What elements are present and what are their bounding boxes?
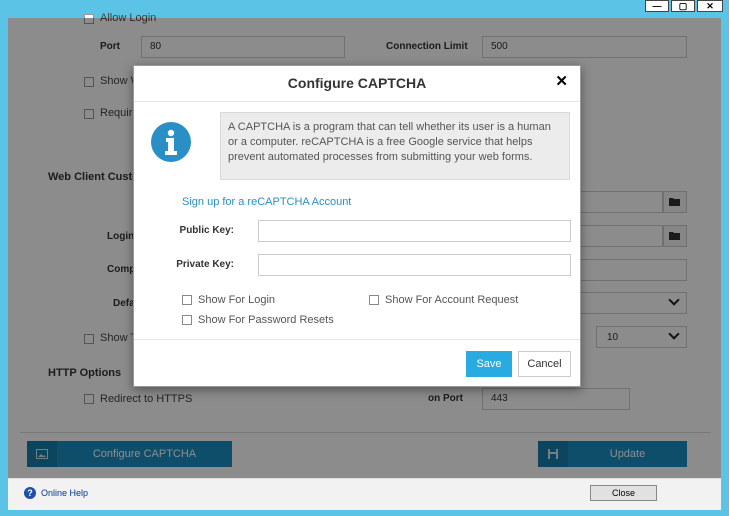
online-help-link[interactable]: ? Online Help bbox=[24, 487, 88, 499]
save-button[interactable]: Save bbox=[466, 351, 512, 377]
private-key-input[interactable] bbox=[258, 254, 571, 276]
dialog-footer-divider bbox=[134, 339, 580, 340]
info-icon bbox=[151, 122, 191, 162]
dialog-title: Configure CAPTCHA bbox=[134, 66, 580, 102]
show-for-password-resets-checkbox[interactable] bbox=[182, 315, 192, 325]
show-for-password-resets-option[interactable]: Show For Password Resets bbox=[182, 314, 334, 326]
configure-captcha-dialog: Configure CAPTCHA ✕ A CAPTCHA is a progr… bbox=[133, 65, 581, 387]
show-for-account-request-checkbox[interactable] bbox=[369, 295, 379, 305]
dialog-close-button[interactable]: ✕ bbox=[555, 72, 568, 90]
help-icon: ? bbox=[24, 487, 36, 499]
show-for-account-request-option[interactable]: Show For Account Request bbox=[369, 294, 518, 306]
cancel-button[interactable]: Cancel bbox=[518, 351, 571, 377]
close-window-button[interactable]: Close bbox=[590, 485, 657, 501]
show-for-login-checkbox[interactable] bbox=[182, 295, 192, 305]
public-key-input[interactable] bbox=[258, 220, 571, 242]
captcha-info-text: A CAPTCHA is a program that can tell whe… bbox=[220, 112, 570, 180]
maximize-button[interactable]: ▢ bbox=[671, 0, 695, 12]
show-for-login-label: Show For Login bbox=[198, 294, 276, 306]
window-footer: ? Online Help Close bbox=[8, 478, 721, 510]
window-close-button[interactable]: ✕ bbox=[697, 0, 723, 12]
window-controls: — ▢ ✕ bbox=[645, 0, 723, 12]
show-for-login-option[interactable]: Show For Login bbox=[182, 294, 275, 306]
minimize-button[interactable]: — bbox=[645, 0, 669, 12]
show-for-account-request-label: Show For Account Request bbox=[385, 294, 519, 306]
recaptcha-signup-link[interactable]: Sign up for a reCAPTCHA Account bbox=[182, 196, 351, 208]
show-for-password-resets-label: Show For Password Resets bbox=[198, 314, 334, 326]
public-key-label: Public Key: bbox=[179, 225, 234, 236]
private-key-label: Private Key: bbox=[176, 259, 234, 270]
online-help-label: Online Help bbox=[41, 488, 89, 498]
